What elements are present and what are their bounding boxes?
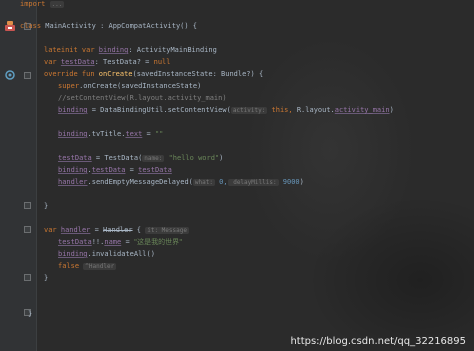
fold-marker-icon[interactable]: [24, 226, 31, 233]
property: activity_main: [334, 106, 390, 114]
fold-marker-icon[interactable]: [24, 274, 31, 281]
property: binding: [58, 130, 88, 138]
code-line[interactable]: handler.sendEmptyMessageDelayed(what: 0,…: [58, 176, 304, 188]
code-line[interactable]: false ^Handler: [58, 260, 117, 272]
editor-gutter[interactable]: [0, 0, 37, 351]
property: handler: [60, 226, 91, 234]
closing-brace: }: [28, 310, 33, 318]
property: testData: [60, 58, 95, 66]
code-line[interactable]: super.onCreate(savedInstanceState): [58, 80, 201, 92]
closing-brace: }: [44, 274, 49, 282]
code-line[interactable]: class MainActivity : AppCompatActivity()…: [20, 20, 197, 32]
null-keyword: null: [153, 58, 171, 66]
function-name: onCreate: [98, 70, 133, 78]
code-line[interactable]: binding.testData = testData: [58, 164, 172, 176]
code-line[interactable]: lateinit var binding: ActivityMainBindin…: [44, 44, 217, 56]
keyword: super: [58, 82, 80, 90]
property: binding: [58, 250, 88, 258]
string-literal: "hello word": [164, 154, 220, 162]
code-line[interactable]: override fun onCreate(savedInstanceState…: [44, 68, 263, 80]
call-text: =: [90, 226, 104, 234]
property: testData: [138, 166, 172, 174]
keyword: class: [20, 22, 42, 30]
code-line[interactable]: }: [28, 308, 32, 320]
call-text: ): [299, 178, 304, 186]
parameter-hint: activity:: [230, 107, 268, 114]
code-line[interactable]: //setContentView(R.layout.activity_main): [58, 92, 227, 104]
return-hint: ^Handler: [83, 263, 117, 270]
property: binding: [58, 166, 88, 174]
string-literal: "": [154, 130, 164, 138]
call-text: =: [121, 238, 134, 246]
import-keyword: import: [20, 0, 46, 8]
call-text: =: [142, 130, 155, 138]
call-text: R.layout.: [292, 106, 335, 114]
type-text: : ActivityMainBinding: [128, 46, 217, 54]
code-line[interactable]: var handler = Handler { it: Message: [44, 224, 189, 236]
property: testData: [58, 238, 92, 246]
property: binding: [58, 106, 88, 114]
property: testData: [91, 166, 126, 174]
keyword: false: [58, 262, 80, 270]
code-line[interactable]: binding.invalidateAll(): [58, 248, 155, 260]
code-line[interactable]: binding = DataBindingUtil.setContentView…: [58, 104, 394, 116]
property: binding: [98, 46, 129, 54]
number-literal: 0,: [214, 178, 228, 186]
call-text: .tvTitle.: [87, 130, 126, 138]
lambda-hint: it: Message: [145, 227, 189, 234]
string-literal: "这是我的世界": [133, 238, 183, 246]
closing-brace: }: [44, 202, 49, 210]
import-line[interactable]: import ...: [20, 0, 65, 8]
code-line[interactable]: var testData: TestData? = null: [44, 56, 170, 68]
parameter-hint: delayMillis:: [227, 179, 279, 186]
override-icon[interactable]: [4, 69, 16, 81]
call-text: {: [132, 226, 141, 234]
code-line[interactable]: testData!!.name = "这是我的世界": [58, 236, 182, 248]
call-text: .sendEmptyMessageDelayed(: [87, 178, 193, 186]
fold-marker-icon[interactable]: [24, 72, 31, 79]
fold-marker-icon[interactable]: [24, 202, 31, 209]
parameter-hint: what:: [192, 179, 215, 186]
deprecated-class: Handler: [103, 226, 133, 234]
keyword: override fun: [44, 70, 95, 78]
call-text: ): [219, 154, 224, 162]
call-text: !!.: [91, 238, 105, 246]
number-literal: 9000: [278, 178, 300, 186]
code-line[interactable]: testData = TestData(name: "hello word"): [58, 152, 223, 164]
property: handler: [58, 178, 88, 186]
code-line[interactable]: }: [44, 200, 48, 212]
comment: //setContentView(R.layout.activity_main): [58, 94, 227, 102]
type-text: : TestData? =: [94, 58, 154, 66]
watermark: https://blog.csdn.net/qq_32216895: [290, 336, 466, 347]
class-declaration: MainActivity : AppCompatActivity() {: [41, 22, 198, 30]
property: text: [125, 130, 143, 138]
code-line[interactable]: binding.tvTitle.text = "": [58, 128, 163, 140]
params-text: (savedInstanceState: Bundle?) {: [132, 70, 264, 78]
code-line[interactable]: }: [44, 272, 48, 284]
call-text: .invalidateAll(): [87, 250, 155, 258]
property: testData: [58, 154, 92, 162]
call-text: ): [389, 106, 394, 114]
call-text: .onCreate(savedInstanceState): [79, 82, 202, 90]
call-text: =: [125, 166, 139, 174]
property: name: [104, 238, 122, 246]
class-run-icon[interactable]: [4, 20, 16, 32]
keyword: this,: [267, 106, 293, 114]
parameter-hint: name:: [142, 155, 165, 162]
keyword: lateinit var: [44, 46, 95, 54]
keyword: var: [44, 226, 57, 234]
call-text: = TestData(: [91, 154, 143, 162]
call-text: = DataBindingUtil.setContentView(: [87, 106, 231, 114]
keyword: var: [44, 58, 57, 66]
import-fold-hint[interactable]: ...: [49, 1, 65, 8]
